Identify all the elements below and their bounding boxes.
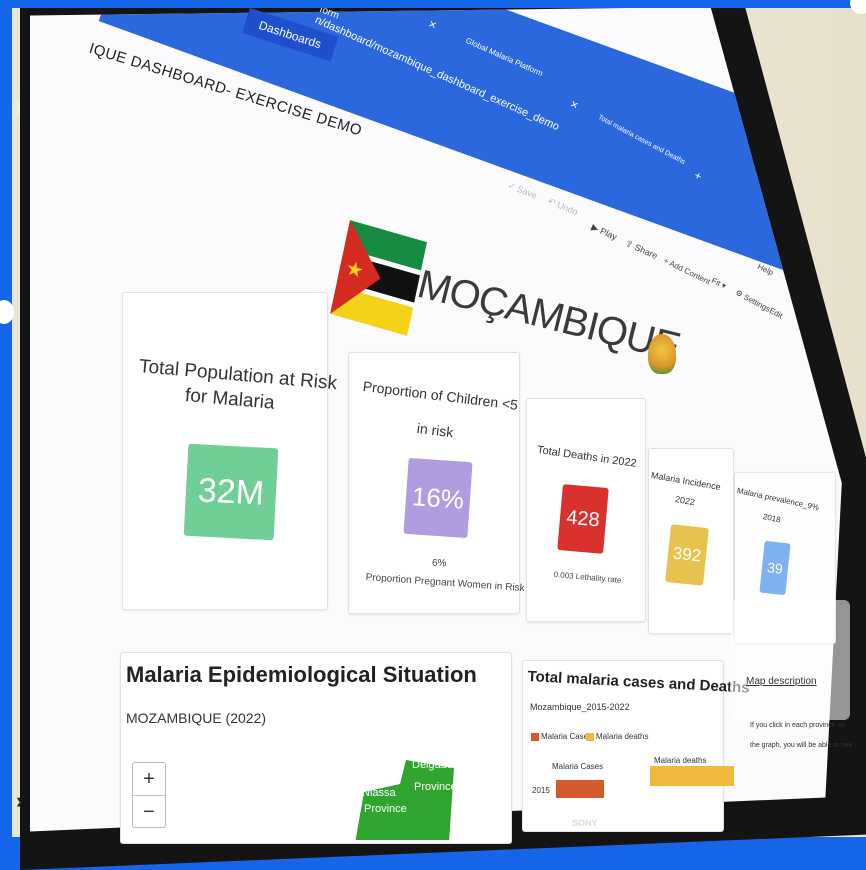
map-label-province-niassa: Province bbox=[364, 803, 407, 815]
kpi-incidence-value: 392 bbox=[665, 524, 709, 586]
year-label: 2015 bbox=[532, 786, 550, 795]
kpi-prevalence-value: 39 bbox=[759, 540, 791, 596]
series-label-cases: Malaria Cases bbox=[552, 762, 604, 771]
kpi-population-value: 32M bbox=[183, 443, 279, 541]
kpi-deaths-value: 428 bbox=[557, 484, 609, 554]
frame-left bbox=[0, 0, 12, 837]
emblem-icon bbox=[648, 334, 676, 374]
chart-section-subtitle: Mozambique_2015-2022 bbox=[530, 702, 630, 712]
kpi-children-value: 16% bbox=[403, 457, 473, 539]
map-label-province-cabo: Province bbox=[414, 781, 457, 793]
map-label-delgado: Delgado bbox=[412, 759, 453, 771]
map-zoom-control: + − bbox=[132, 762, 166, 828]
legend-swatch-cases bbox=[531, 733, 539, 741]
map-description-line1: If you click in each province on bbox=[750, 722, 846, 729]
series-label-deaths: Malaria deaths bbox=[654, 756, 707, 765]
tv-brand-logo: SONY bbox=[572, 818, 598, 828]
kpi-pregnant-value: 6% bbox=[432, 558, 447, 569]
bar-malaria-deaths[interactable] bbox=[650, 766, 734, 786]
map-description-line2: the graph, you will be able to see bbox=[750, 742, 853, 749]
frame-top bbox=[0, 0, 866, 8]
whiteboard-reflection bbox=[730, 600, 850, 720]
chevron-right-icon[interactable]: › bbox=[16, 788, 23, 814]
map-label-niassa: Niassa bbox=[362, 787, 396, 799]
zoom-out-button[interactable]: − bbox=[133, 795, 165, 828]
legend-swatch-deaths bbox=[586, 733, 594, 741]
map-label-cabo: Cabo bbox=[414, 747, 441, 759]
legend-label-deaths: Malaria deaths bbox=[596, 732, 649, 741]
legend-label-cases: Malaria Cases bbox=[541, 732, 593, 741]
bar-malaria-cases[interactable] bbox=[556, 780, 604, 798]
map-section-subtitle: MOZAMBIQUE (2022) bbox=[126, 710, 267, 726]
zoom-in-button[interactable]: + bbox=[133, 763, 165, 795]
map-section-title: Malaria Epidemiological Situation bbox=[126, 662, 477, 687]
map-description-title: Map description bbox=[746, 676, 817, 687]
